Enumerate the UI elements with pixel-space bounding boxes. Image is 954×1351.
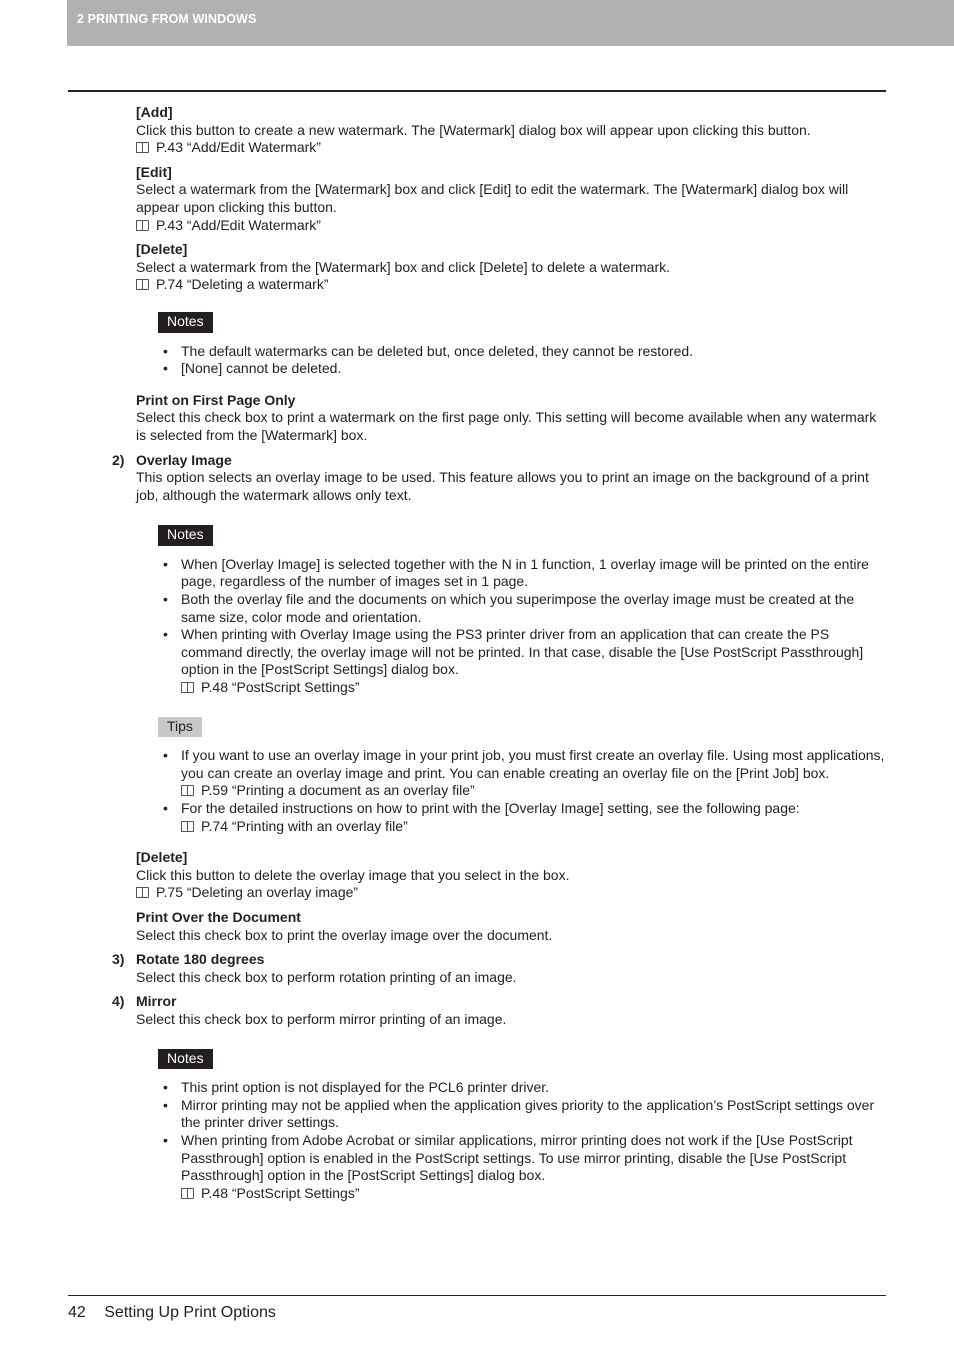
- print-over-section: Print Over the Document Select this chec…: [136, 909, 886, 944]
- list-item: Mirror printing may not be applied when …: [163, 1097, 886, 1132]
- postscript-ref-link[interactable]: P.48 “PostScript Settings”: [181, 679, 886, 697]
- overlay-body: This option selects an overlay image to …: [136, 469, 869, 503]
- overlay-file-ref-link[interactable]: P.59 “Printing a document as an overlay …: [181, 782, 886, 800]
- ref-text[interactable]: P.74 “Deleting a watermark”: [156, 276, 328, 292]
- list-item: Both the overlay file and the documents …: [163, 591, 886, 626]
- edit-section: [Edit] Select a watermark from the [Wate…: [136, 164, 886, 234]
- list-item: When printing from Adobe Acrobat or simi…: [163, 1131, 886, 1203]
- list-item: For the detailed instructions on how to …: [163, 800, 886, 836]
- delete-watermark-title: [Delete]: [136, 241, 188, 258]
- notes-list: This print option is not displayed for t…: [136, 1079, 886, 1202]
- list-item: [None] cannot be deleted.: [163, 360, 886, 378]
- first-page-section: Print on First Page Only Select this che…: [136, 392, 886, 445]
- notes-list: The default watermarks can be deleted bu…: [136, 343, 886, 378]
- ref-text[interactable]: P.75 “Deleting an overlay image”: [156, 884, 358, 900]
- rotate-title: Rotate 180 degrees: [136, 951, 265, 968]
- delete-overlay-section: [Delete] Click this button to delete the…: [136, 849, 886, 902]
- add-section: [Add] Click this button to create a new …: [136, 104, 886, 157]
- delete-watermark-body: Select a watermark from the [Watermark] …: [136, 258, 671, 275]
- book-icon: [136, 142, 150, 154]
- add-ref-link[interactable]: P.43 “Add/Edit Watermark”: [136, 139, 886, 157]
- book-icon: [181, 1187, 195, 1199]
- delete-overlay-body: Click this button to delete the overlay …: [136, 866, 570, 883]
- notes-badge: Notes: [158, 525, 213, 546]
- overlay-section: 2) Overlay Image This option selects an …: [112, 451, 886, 505]
- first-page-body: Select this check box to print a waterma…: [136, 409, 877, 443]
- item-number: 4): [112, 993, 125, 1010]
- rotate-section: 3) Rotate 180 degrees Select this check …: [112, 951, 886, 986]
- first-page-title: Print on First Page Only: [136, 391, 296, 408]
- footer-divider: [68, 1295, 886, 1296]
- list-item: When printing with Overlay Image using t…: [163, 626, 886, 697]
- book-icon: [136, 279, 150, 291]
- list-item-text: For the detailed instructions on how to …: [181, 800, 800, 816]
- list-item-text: When printing from Adobe Acrobat or simi…: [181, 1131, 853, 1184]
- ref-text[interactable]: P.43 “Add/Edit Watermark”: [156, 217, 321, 233]
- list-item-text: When printing with Overlay Image using t…: [181, 626, 864, 678]
- footer-title: Setting Up Print Options: [104, 1304, 276, 1321]
- book-icon: [136, 219, 150, 231]
- book-icon: [181, 785, 195, 797]
- ref-text[interactable]: P.59 “Printing a document as an overlay …: [201, 782, 475, 798]
- edit-ref-link[interactable]: P.43 “Add/Edit Watermark”: [136, 217, 886, 235]
- book-icon: [181, 682, 195, 694]
- notes-badge: Notes: [158, 311, 213, 333]
- delete-watermark-ref-link[interactable]: P.74 “Deleting a watermark”: [136, 276, 886, 294]
- postscript-ref-link[interactable]: P.48 “PostScript Settings”: [181, 1185, 886, 1203]
- mirror-section: 4) Mirror Select this check box to perfo…: [112, 993, 886, 1028]
- delete-overlay-ref-link[interactable]: P.75 “Deleting an overlay image”: [136, 884, 886, 902]
- edit-body: Select a watermark from the [Watermark] …: [136, 181, 849, 215]
- add-title: [Add]: [136, 104, 173, 120]
- book-icon: [136, 887, 150, 899]
- list-item: When [Overlay Image] is selected togethe…: [163, 556, 886, 591]
- print-over-title: Print Over the Document: [136, 908, 301, 925]
- item-number: 2): [112, 451, 125, 468]
- edit-title: [Edit]: [136, 163, 172, 180]
- list-item: This print option is not displayed for t…: [163, 1079, 886, 1097]
- top-divider: [68, 90, 886, 92]
- delete-watermark-section: [Delete] Select a watermark from the [Wa…: [136, 241, 886, 294]
- notes-badge: Notes: [158, 1048, 213, 1070]
- ref-text[interactable]: P.48 “PostScript Settings”: [201, 1185, 359, 1201]
- book-icon: [181, 820, 195, 832]
- overlay-title: Overlay Image: [136, 451, 232, 468]
- ref-text[interactable]: P.48 “PostScript Settings”: [201, 679, 359, 695]
- page-number: 42: [68, 1304, 86, 1321]
- ref-text[interactable]: P.43 “Add/Edit Watermark”: [156, 139, 321, 155]
- notes-list: When [Overlay Image] is selected togethe…: [136, 556, 886, 697]
- list-item-text: If you want to use an overlay image in y…: [181, 747, 885, 781]
- printing-overlay-ref-link[interactable]: P.74 “Printing with an overlay file”: [181, 818, 886, 836]
- mirror-title: Mirror: [136, 993, 177, 1010]
- list-item: If you want to use an overlay image in y…: [163, 747, 886, 800]
- page-content: [Add] Click this button to create a new …: [112, 104, 886, 1216]
- chapter-header: 2 PRINTING FROM WINDOWS: [67, 0, 954, 46]
- list-item: The default watermarks can be deleted bu…: [163, 343, 886, 361]
- chapter-title: 2 PRINTING FROM WINDOWS: [77, 12, 257, 26]
- item-number: 3): [112, 951, 125, 968]
- add-body: Click this button to create a new waterm…: [136, 121, 811, 138]
- delete-overlay-title: [Delete]: [136, 849, 188, 866]
- print-over-body: Select this check box to print the overl…: [136, 926, 553, 943]
- tips-badge: Tips: [158, 716, 202, 738]
- ref-text[interactable]: P.74 “Printing with an overlay file”: [201, 818, 408, 834]
- tips-list: If you want to use an overlay image in y…: [136, 747, 886, 835]
- mirror-body: Select this check box to perform mirror …: [136, 1010, 507, 1027]
- page-footer: 42 Setting Up Print Options: [68, 1304, 276, 1322]
- rotate-body: Select this check box to perform rotatio…: [136, 968, 517, 985]
